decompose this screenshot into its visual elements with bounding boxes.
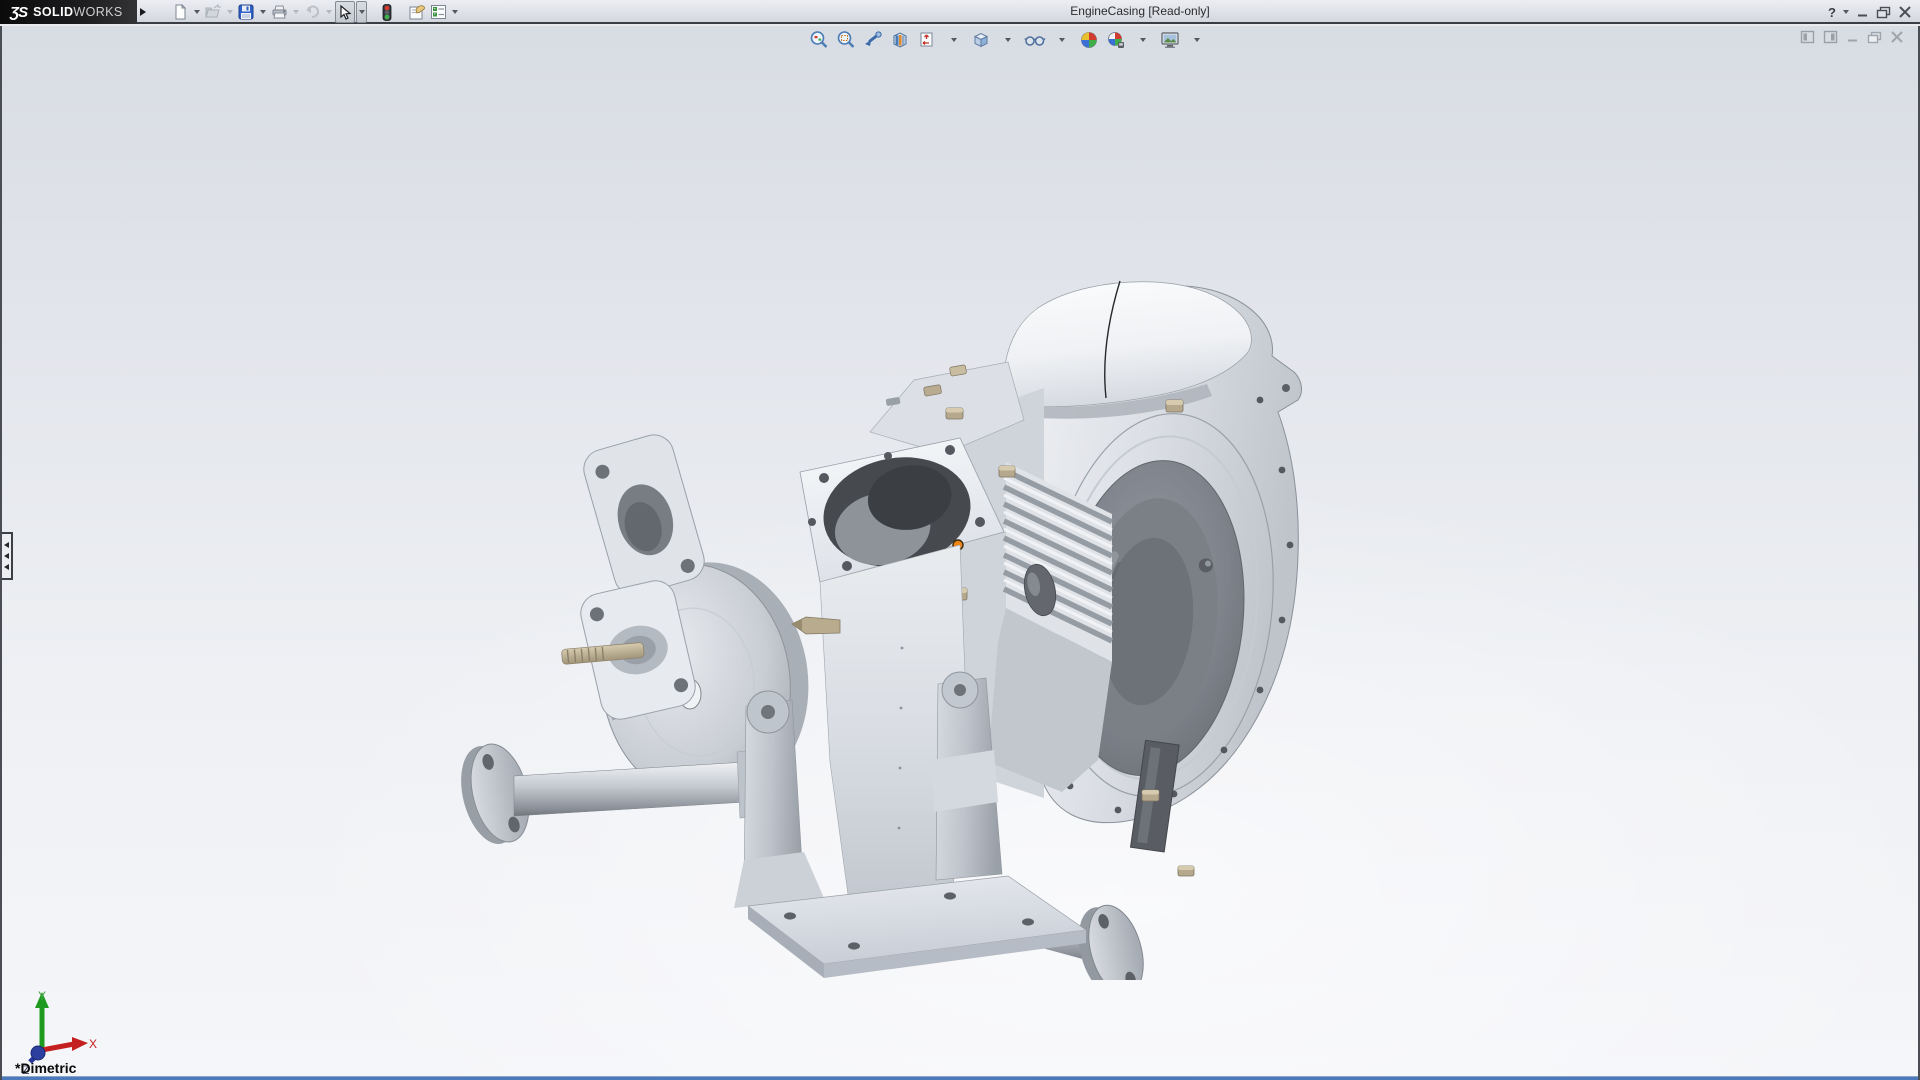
menu-expand-arrow[interactable] xyxy=(137,0,149,24)
select-cursor-button[interactable] xyxy=(335,1,355,23)
print-icon xyxy=(271,4,288,20)
apply-scene-icon xyxy=(1106,30,1126,50)
viewport-bottom-border xyxy=(2,1076,1918,1080)
triad-x-label: X xyxy=(89,1037,97,1051)
dock-pane-left-icon[interactable] xyxy=(1800,30,1815,44)
help-button[interactable]: ? xyxy=(1828,5,1836,20)
new-document-icon xyxy=(172,4,188,20)
restore-button[interactable] xyxy=(1876,6,1891,19)
print-button[interactable] xyxy=(269,1,289,23)
cavity-hex-nut-2[interactable] xyxy=(1178,866,1194,876)
apply-scene-dropdown[interactable] xyxy=(1132,29,1154,51)
engine-casing-model[interactable] xyxy=(442,280,1322,980)
cover-hex-nut[interactable] xyxy=(1166,400,1183,412)
options-dropdown[interactable] xyxy=(449,1,460,23)
help-dropdown[interactable] xyxy=(1843,10,1849,14)
open-icon xyxy=(205,4,222,20)
dock-pane-right-icon[interactable] xyxy=(1823,30,1838,44)
collapse-arrow-icon xyxy=(4,564,9,570)
collapsed-pane-tab[interactable] xyxy=(2,532,13,580)
document-close-button[interactable] xyxy=(1890,31,1904,43)
document-restore-button[interactable] xyxy=(1867,31,1882,44)
display-style-button[interactable] xyxy=(970,29,992,51)
save-icon xyxy=(238,4,254,20)
cavity-hex-nut[interactable] xyxy=(1142,790,1159,801)
solidworks-logo-text-light: WORKS xyxy=(73,5,122,19)
undo-button[interactable] xyxy=(302,1,322,23)
zoom-to-area-icon xyxy=(836,30,856,50)
document-minimize-button[interactable] xyxy=(1846,31,1859,43)
section-view-button[interactable] xyxy=(889,29,911,51)
select-dropdown[interactable] xyxy=(356,1,367,23)
view-orientation-button[interactable] xyxy=(916,29,938,51)
previous-view-button[interactable] xyxy=(862,29,884,51)
hide-show-items-icon xyxy=(1024,30,1046,50)
display-style-dropdown[interactable] xyxy=(997,29,1019,51)
new-document-button[interactable] xyxy=(170,1,190,23)
solidworks-logo-mark: ƷS xyxy=(10,4,27,21)
file-properties-icon xyxy=(408,4,426,20)
document-window-controls xyxy=(1800,30,1904,44)
rebuild-button[interactable] xyxy=(377,1,397,23)
housing-ear-hole xyxy=(1282,384,1290,392)
view-settings-button[interactable] xyxy=(1159,29,1181,51)
hide-show-items-button[interactable] xyxy=(1024,29,1046,51)
solidworks-logo: ƷS SOLIDWORKS xyxy=(0,0,137,24)
undo-dropdown[interactable] xyxy=(323,1,334,23)
intake-flange-upper[interactable] xyxy=(579,430,709,600)
pointed-stud-bolt[interactable] xyxy=(792,617,840,634)
collapse-arrow-icon xyxy=(4,553,9,559)
document-title: EngineCasing [Read-only] xyxy=(1070,4,1209,18)
print-dropdown[interactable] xyxy=(290,1,301,23)
open-button[interactable] xyxy=(203,1,223,23)
open-dropdown[interactable] xyxy=(224,1,235,23)
options-icon xyxy=(430,4,447,20)
expand-arrow-icon xyxy=(140,8,146,16)
close-button[interactable] xyxy=(1898,6,1912,18)
zoom-to-fit-button[interactable] xyxy=(808,29,830,51)
previous-view-icon xyxy=(863,30,883,50)
headsup-view-toolbar xyxy=(808,29,1208,51)
rebuild-traffic-light-icon xyxy=(382,4,392,21)
app-window-controls: ? xyxy=(1828,0,1912,24)
save-button[interactable] xyxy=(236,1,256,23)
graphics-area[interactable]: Y X Z *Dimetric xyxy=(0,26,1920,1080)
edit-appearance-button[interactable] xyxy=(1078,29,1100,51)
minimize-button[interactable] xyxy=(1856,6,1869,18)
view-settings-dropdown[interactable] xyxy=(1186,29,1208,51)
edit-appearance-icon xyxy=(1079,30,1099,50)
file-properties-button[interactable] xyxy=(407,1,427,23)
select-cursor-icon xyxy=(338,5,352,20)
apply-scene-button[interactable] xyxy=(1105,29,1127,51)
collapse-arrow-icon xyxy=(4,542,9,548)
main-toolbar xyxy=(170,0,460,24)
new-document-dropdown[interactable] xyxy=(191,1,202,23)
view-settings-icon xyxy=(1160,30,1180,50)
options-button[interactable] xyxy=(428,1,448,23)
display-style-icon xyxy=(971,30,991,50)
zoom-to-area-button[interactable] xyxy=(835,29,857,51)
view-orientation-icon xyxy=(917,30,937,50)
view-orientation-dropdown[interactable] xyxy=(943,29,965,51)
undo-icon xyxy=(304,4,321,20)
view-orientation-label: *Dimetric xyxy=(15,1060,76,1076)
section-view-icon xyxy=(890,30,910,50)
triad-y-label: Y xyxy=(38,989,46,1003)
hide-show-items-dropdown[interactable] xyxy=(1051,29,1073,51)
zoom-to-fit-icon xyxy=(809,30,829,50)
solidworks-logo-text-bold: SOLID xyxy=(33,5,73,19)
title-bar: ƷS SOLIDWORKS xyxy=(0,0,1920,24)
save-dropdown[interactable] xyxy=(257,1,268,23)
